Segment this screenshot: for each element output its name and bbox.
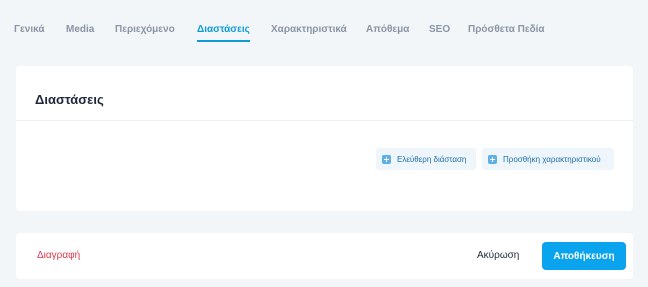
tab-general[interactable]: Γενικά bbox=[14, 24, 45, 35]
tab-dimensions[interactable]: Διαστάσεις bbox=[197, 24, 250, 35]
tab-content[interactable]: Περιεχόμενο bbox=[115, 24, 175, 35]
tab-extra-fields[interactable]: Πρόσθετα Πεδία bbox=[468, 24, 545, 35]
free-dimension-label: Ελεύθερη διάσταση bbox=[397, 154, 467, 164]
save-button[interactable]: Αποθήκευση bbox=[542, 242, 626, 270]
cancel-button[interactable]: Ακύρωση bbox=[477, 250, 519, 261]
tab-media[interactable]: Media bbox=[66, 24, 94, 35]
add-attribute-label: Προσθήκη χαρακτηριστικού bbox=[503, 154, 601, 164]
card-title: Διαστάσεις bbox=[35, 92, 104, 107]
delete-button[interactable]: Διαγραφή bbox=[37, 250, 80, 261]
add-attribute-button[interactable]: Προσθήκη χαρακτηριστικού bbox=[482, 148, 614, 170]
card-divider bbox=[16, 120, 633, 121]
plus-icon bbox=[382, 154, 391, 164]
active-tab-indicator bbox=[197, 40, 250, 42]
plus-icon bbox=[488, 154, 497, 164]
tab-seo[interactable]: SEO bbox=[429, 24, 450, 35]
tab-stock[interactable]: Απόθεμα bbox=[366, 24, 409, 35]
action-footer: Διαγραφή Ακύρωση Αποθήκευση bbox=[16, 233, 633, 279]
dimensions-card: Διαστάσεις Ελεύθερη διάσταση Προσθήκη χα… bbox=[16, 66, 633, 211]
free-dimension-button[interactable]: Ελεύθερη διάσταση bbox=[376, 148, 476, 170]
tab-bar: Γενικά Media Περιεχόμενο Διαστάσεις Χαρα… bbox=[0, 0, 648, 44]
tab-attributes[interactable]: Χαρακτηριστικά bbox=[271, 24, 347, 35]
